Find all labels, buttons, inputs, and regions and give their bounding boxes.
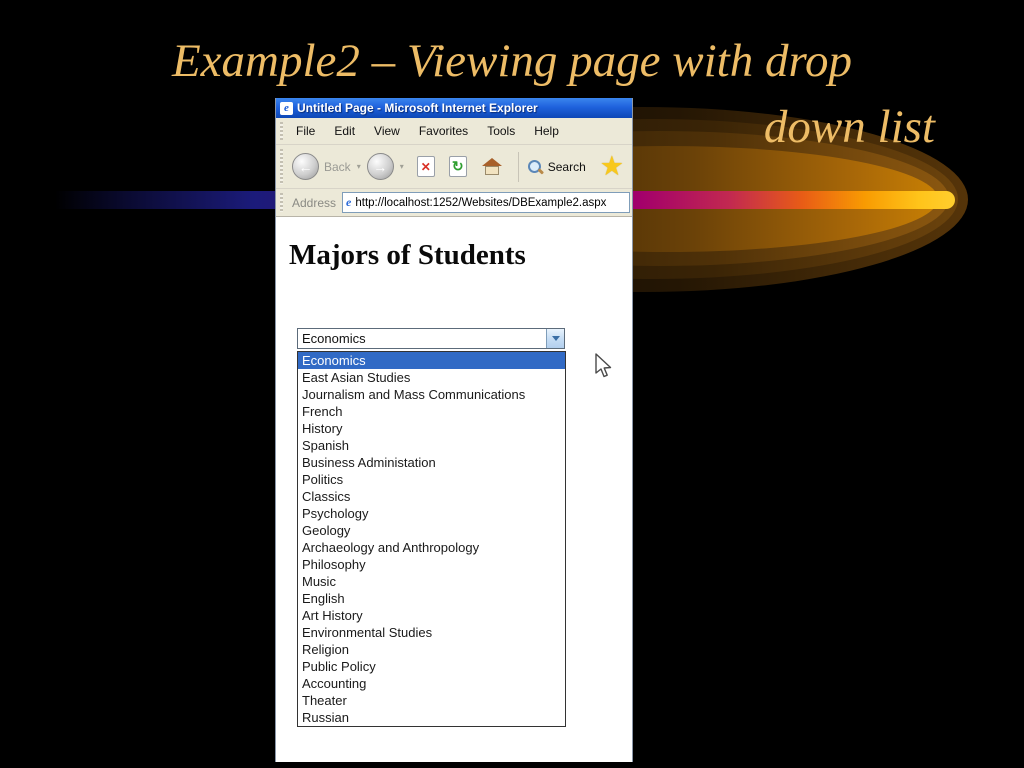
list-item[interactable]: Accounting: [298, 675, 565, 692]
favorites-star-icon[interactable]: ★: [600, 153, 624, 180]
menubar-grip[interactable]: [280, 122, 283, 140]
list-item[interactable]: Public Policy: [298, 658, 565, 675]
search-button[interactable]: Search: [548, 160, 586, 174]
back-button[interactable]: ←: [292, 153, 319, 180]
address-url: http://localhost:1252/Websites/DBExample…: [355, 196, 607, 209]
toolbar-separator: [517, 151, 519, 182]
window-title: Untitled Page - Microsoft Internet Explo…: [297, 101, 538, 115]
list-item[interactable]: Business Administation: [298, 454, 565, 471]
toolbar: ← Back ▾ → ▾ ✕ ↻ Search ★: [276, 145, 632, 189]
list-item[interactable]: Spanish: [298, 437, 565, 454]
list-item[interactable]: Journalism and Mass Communications: [298, 386, 565, 403]
back-button-label: Back: [324, 159, 351, 174]
list-item[interactable]: Archaeology and Anthropology: [298, 539, 565, 556]
browser-window: e Untitled Page - Microsoft Internet Exp…: [275, 98, 633, 762]
home-button[interactable]: [481, 158, 502, 175]
list-item[interactable]: Music: [298, 573, 565, 590]
majors-select[interactable]: Economics: [297, 328, 565, 349]
refresh-icon: ↻: [451, 158, 464, 174]
chevron-down-icon: [551, 336, 560, 341]
title-bar[interactable]: e Untitled Page - Microsoft Internet Exp…: [276, 98, 632, 118]
page-content: Majors of Students Economics Economics Ea…: [276, 217, 632, 762]
list-item[interactable]: Philosophy: [298, 556, 565, 573]
page-heading: Majors of Students: [289, 239, 526, 271]
ie-window-icon: e: [280, 101, 293, 115]
list-item[interactable]: Art History: [298, 607, 565, 624]
home-roof-icon: [481, 158, 502, 166]
list-item[interactable]: Politics: [298, 471, 565, 488]
list-item[interactable]: Economics: [298, 352, 565, 369]
menu-bar: File Edit View Favorites Tools Help: [276, 118, 632, 145]
list-item[interactable]: Geology: [298, 522, 565, 539]
list-item[interactable]: English: [298, 590, 565, 607]
cursor-arrow-icon: [595, 353, 612, 378]
list-item[interactable]: Russian: [298, 709, 565, 726]
address-label: Address: [292, 195, 337, 210]
menu-file[interactable]: File: [296, 124, 315, 138]
forward-arrow-icon: →: [373, 158, 388, 175]
list-item[interactable]: Psychology: [298, 505, 565, 522]
toolbar-grip[interactable]: [280, 149, 283, 184]
list-item[interactable]: History: [298, 420, 565, 437]
slide-title-line1: Example2 – Viewing page with drop: [171, 35, 853, 87]
list-item[interactable]: Theater: [298, 692, 565, 709]
forward-button[interactable]: →: [366, 153, 394, 180]
list-item[interactable]: Classics: [298, 488, 565, 505]
menu-favorites[interactable]: Favorites: [419, 124, 468, 138]
select-value: Economics: [302, 331, 366, 346]
dropdown-list: Economics East Asian Studies Journalism an…: [297, 351, 566, 727]
forward-dropdown-chevron-icon[interactable]: ▾: [400, 162, 404, 171]
address-bar: Address e http://localhost:1252/Websites…: [276, 189, 632, 217]
back-arrow-icon: ←: [298, 158, 313, 175]
list-item[interactable]: Environmental Studies: [298, 624, 565, 641]
list-item[interactable]: French: [298, 403, 565, 420]
stop-button[interactable]: ✕: [416, 156, 435, 177]
address-input[interactable]: e http://localhost:1252/Websites/DBExamp…: [342, 192, 630, 213]
mouse-cursor: [591, 352, 615, 385]
refresh-button[interactable]: ↻: [448, 156, 467, 177]
list-item[interactable]: East Asian Studies: [298, 369, 565, 386]
home-body-icon: [484, 166, 499, 175]
list-item[interactable]: Religion: [298, 641, 565, 658]
menu-edit[interactable]: Edit: [334, 124, 355, 138]
select-dropdown-button[interactable]: [546, 329, 564, 348]
menu-help[interactable]: Help: [534, 124, 559, 138]
addressbar-grip[interactable]: [280, 193, 283, 212]
search-icon: [527, 159, 544, 175]
stop-icon: ✕: [420, 159, 431, 174]
back-dropdown-chevron-icon[interactable]: ▾: [357, 162, 361, 171]
page-favicon-icon: e: [346, 195, 352, 209]
menu-view[interactable]: View: [374, 124, 400, 138]
menu-tools[interactable]: Tools: [487, 124, 515, 138]
